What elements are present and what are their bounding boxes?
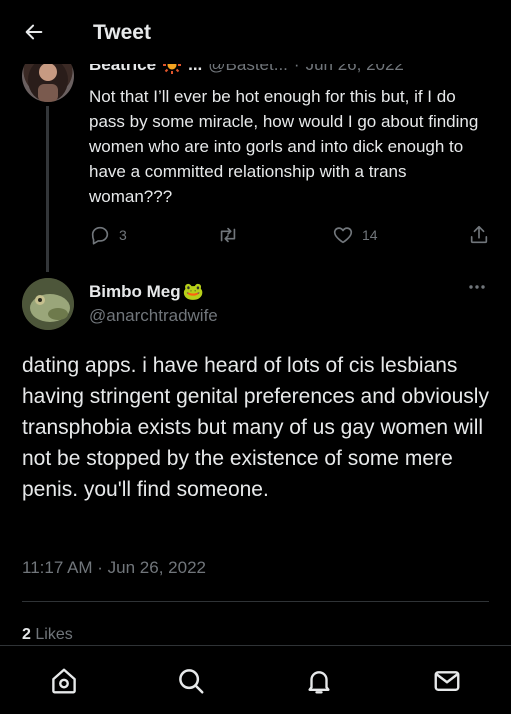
bottom-nav xyxy=(0,645,511,714)
parent-tweet-actions: 3 14 xyxy=(89,222,494,248)
nav-notifications[interactable] xyxy=(304,666,334,696)
author-avatar[interactable] xyxy=(22,278,74,330)
likes-stat[interactable]: 2 Likes xyxy=(22,626,73,644)
search-icon xyxy=(179,669,204,694)
author-name[interactable]: Bimbo Meg 🐸 xyxy=(89,282,204,302)
author-handle[interactable]: @anarchtradwife xyxy=(89,306,218,326)
top-bar: Tweet xyxy=(0,0,511,64)
share-button[interactable] xyxy=(468,222,490,248)
author-name-text: Bimbo Meg xyxy=(89,282,181,301)
nav-home[interactable] xyxy=(49,666,79,696)
divider xyxy=(22,601,489,602)
parent-tweet-text: Not that I’ll ever be hot enough for thi… xyxy=(89,87,479,206)
reply-count: 3 xyxy=(119,227,127,243)
nav-messages[interactable] xyxy=(432,666,462,696)
reply-icon xyxy=(91,226,109,245)
likes-count: 2 xyxy=(22,626,31,643)
like-button[interactable]: 14 xyxy=(332,222,378,248)
thread-line xyxy=(46,106,49,272)
more-icon[interactable] xyxy=(468,284,486,290)
heart-icon xyxy=(333,227,353,244)
retweet-icon xyxy=(220,227,236,243)
frog-emoji-icon: 🐸 xyxy=(182,282,204,301)
tweet-text: dating apps. i have heard of lots of cis… xyxy=(22,354,489,501)
mail-icon xyxy=(434,671,460,691)
back-button[interactable] xyxy=(22,20,46,44)
retweet-button[interactable] xyxy=(216,222,240,248)
bell-icon xyxy=(308,671,330,694)
tweet-timestamp[interactable]: 11:17 AM · Jun 26, 2022 xyxy=(22,558,206,578)
page-title: Tweet xyxy=(93,21,151,44)
arrow-left-icon xyxy=(25,24,43,40)
home-icon xyxy=(52,668,76,694)
share-icon xyxy=(470,225,488,244)
likes-label: Likes xyxy=(35,626,73,643)
frog-photo-illustration xyxy=(22,278,74,330)
nav-search[interactable] xyxy=(176,666,206,696)
reply-button[interactable]: 3 xyxy=(89,222,127,248)
like-count: 14 xyxy=(362,227,378,243)
